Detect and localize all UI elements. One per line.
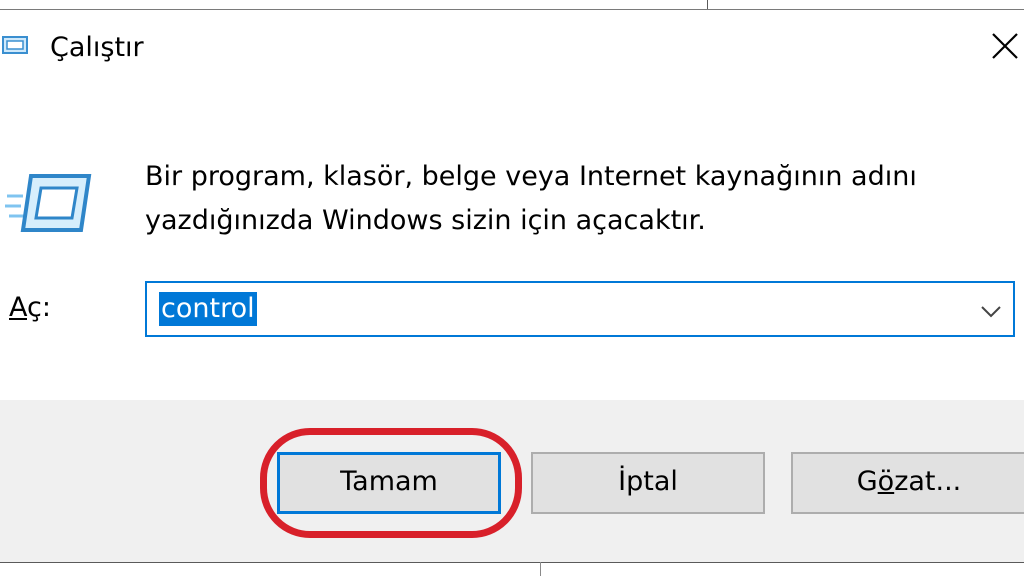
cancel-button[interactable]: İptal xyxy=(531,452,765,514)
button-bar: Tamam İptal Gözat... xyxy=(0,400,1024,563)
open-label-accelerator: A xyxy=(9,292,27,323)
ok-button[interactable]: Tamam xyxy=(277,452,501,514)
browse-label-start: G xyxy=(856,466,878,497)
chevron-down-icon xyxy=(981,306,1001,318)
open-combobox[interactable]: control xyxy=(145,281,1015,337)
background-divider-bottom xyxy=(540,562,541,576)
run-icon xyxy=(5,168,93,238)
run-app-icon xyxy=(1,35,29,57)
open-input-value[interactable]: control xyxy=(159,292,257,326)
close-icon xyxy=(992,33,1018,59)
open-label: Aç: xyxy=(9,292,51,323)
title-bar[interactable]: Çalıştır xyxy=(0,10,1024,90)
dropdown-button[interactable] xyxy=(977,297,1005,325)
description-line-2: yazdığınızda Windows sizin için açacaktı… xyxy=(145,205,706,236)
description-line-1: Bir program, klasör, belge veya Internet… xyxy=(145,161,917,192)
run-dialog: Çalıştır Bir program, klasör, belge veya… xyxy=(0,9,1024,564)
browse-label-end: zat... xyxy=(894,466,962,497)
dialog-content: Bir program, klasör, belge veya Internet… xyxy=(0,90,1024,400)
window-title: Çalıştır xyxy=(50,32,144,63)
browse-label-accelerator: ö xyxy=(877,466,895,497)
background-window-bottom xyxy=(0,562,1024,576)
open-label-text: ç: xyxy=(27,292,51,323)
description-text: Bir program, klasör, belge veya Internet… xyxy=(145,155,985,243)
close-button[interactable] xyxy=(987,28,1024,68)
browse-button[interactable]: Gözat... xyxy=(791,452,1024,514)
screen: Çalıştır Bir program, klasör, belge veya… xyxy=(0,0,1024,576)
